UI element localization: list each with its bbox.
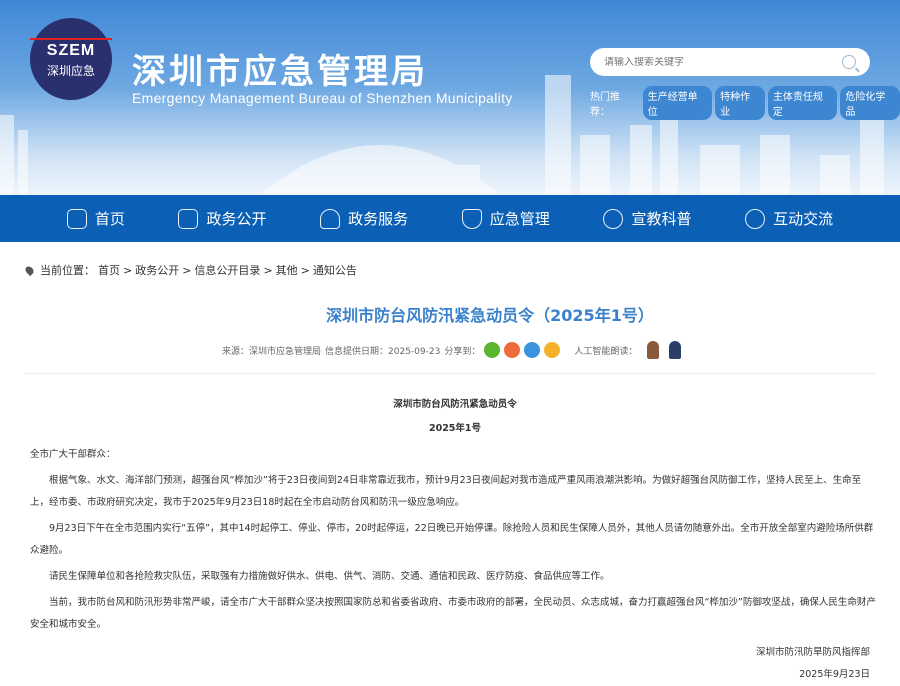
divider [24, 373, 876, 374]
nav-education[interactable]: 宣教科普 [603, 208, 691, 229]
breadcrumb-separator: > [123, 264, 132, 277]
site-header: SZEM 深圳应急 深圳市应急管理局 Emergency Management … [0, 0, 900, 195]
breadcrumb-label: 当前位置： [40, 262, 95, 278]
breadcrumb-separator: > [263, 264, 272, 277]
paragraph: 当前，我市防台风和防汛形势非常严峻，请全市广大干部群众坚决按照国家防总和省委省政… [30, 592, 880, 636]
paragraph: 根据气象、水文、海洋部门预测，超强台风“桦加沙”将于23日夜间到24日非常靠近我… [30, 470, 880, 514]
article-title: 深圳市防台风防汛紧急动员令（2025年1号） [80, 302, 900, 326]
home-icon [67, 209, 87, 229]
hot-label: 热门推荐： [590, 88, 640, 118]
site-subtitle: Emergency Management Bureau of Shenzhen … [132, 90, 513, 106]
male-voice-avatar-icon[interactable] [669, 341, 681, 359]
book-icon [603, 209, 623, 229]
nav-label: 首页 [95, 208, 125, 229]
logo-abbr: SZEM [30, 38, 112, 60]
article-meta: 来源：深圳市应急管理局 信息提供日期：2025-09-23 分享到： 人工智能朗… [222, 341, 900, 359]
site-logo[interactable]: SZEM 深圳应急 [30, 18, 112, 100]
female-voice-avatar-icon[interactable] [647, 341, 659, 359]
main-nav: 首页 政务公开 政务服务 应急管理 宣教科普 互动交流 [0, 195, 900, 242]
wechat-share-icon[interactable] [484, 342, 500, 358]
site-title: 深圳市应急管理局 [132, 44, 428, 93]
nav-home[interactable]: 首页 [67, 208, 125, 229]
nav-label: 应急管理 [490, 208, 550, 229]
nav-gov-affairs[interactable]: 政务公开 [178, 208, 266, 229]
breadcrumb: 当前位置： 首页> 政务公开> 信息公开目录> 其他> 通知公告 [26, 262, 900, 278]
weibo-share-icon[interactable] [504, 342, 520, 358]
search-input[interactable] [604, 57, 842, 68]
share-label: 分享到： [444, 344, 480, 357]
nav-label: 政务公开 [206, 208, 266, 229]
qq-share-icon[interactable] [524, 342, 540, 358]
hot-tag[interactable]: 生产经营单位 [643, 86, 713, 120]
article-source: 来源：深圳市应急管理局 [222, 344, 321, 357]
qzone-share-icon[interactable] [544, 342, 560, 358]
hot-tag[interactable]: 特种作业 [715, 86, 765, 120]
document-icon [178, 209, 198, 229]
breadcrumb-notices[interactable]: 通知公告 [313, 262, 357, 278]
search-box [590, 48, 870, 76]
doc-number: 2025年1号 [30, 418, 880, 440]
breadcrumb-separator: > [182, 264, 191, 277]
nav-label: 互动交流 [773, 208, 833, 229]
article-date: 信息提供日期：2025-09-23 [325, 344, 440, 357]
logo-text: 深圳应急 [30, 62, 112, 79]
salutation: 全市广大干部群众： [30, 444, 880, 466]
shield-icon [462, 209, 482, 229]
hot-tag[interactable]: 危险化学品 [840, 86, 900, 120]
hot-recommendations: 热门推荐： 生产经营单位 特种作业 主体责任规定 危险化学品 [590, 86, 900, 120]
nav-label: 宣教科普 [631, 208, 691, 229]
nav-label: 政务服务 [348, 208, 408, 229]
nav-gov-services[interactable]: 政务服务 [320, 208, 408, 229]
search-icon[interactable] [842, 55, 856, 69]
user-icon [320, 209, 340, 229]
nav-emergency[interactable]: 应急管理 [462, 208, 550, 229]
heart-icon [745, 209, 765, 229]
hot-tag[interactable]: 主体责任规定 [768, 86, 838, 120]
location-pin-icon [24, 264, 35, 275]
sign-date: 2025年9月23日 [30, 664, 880, 686]
breadcrumb-gov-affairs[interactable]: 政务公开 [135, 262, 179, 278]
paragraph: 请民生保障单位和各抢险救灾队伍，采取强有力措施做好供水、供电、供气、消防、交通、… [30, 566, 880, 588]
nav-interaction[interactable]: 互动交流 [745, 208, 833, 229]
doc-title: 深圳市防台风防汛紧急动员令 [30, 394, 880, 416]
ai-read-label: 人工智能朗读： [574, 344, 637, 357]
breadcrumb-other[interactable]: 其他 [276, 262, 298, 278]
article-body: 深圳市防台风防汛紧急动员令 2025年1号 全市广大干部群众： 根据气象、水文、… [0, 394, 900, 686]
breadcrumb-separator: > [301, 264, 310, 277]
breadcrumb-catalog[interactable]: 信息公开目录 [194, 262, 260, 278]
paragraph: 9月23日下午在全市范围内实行“五停”，其中14时起停工、停业、停市，20时起停… [30, 518, 880, 562]
breadcrumb-home[interactable]: 首页 [98, 262, 120, 278]
